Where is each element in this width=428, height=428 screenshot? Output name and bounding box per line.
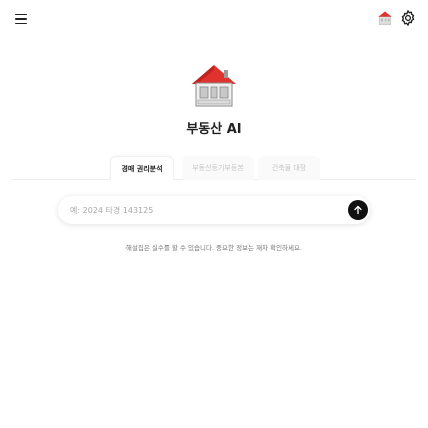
arrow-up-icon [354, 205, 362, 215]
send-button[interactable] [348, 200, 368, 220]
house-logo-icon[interactable] [376, 9, 394, 27]
tab-building-ledger[interactable]: 건축물 대장 [258, 156, 320, 180]
tab-auction-rights-analysis[interactable]: 경매 권리분석 [110, 156, 174, 180]
tab-bar: 경매 권리분석 부동산등기부등본 건축물 대장 [12, 156, 416, 180]
page-title: 부동산 AI [186, 122, 242, 137]
house-logo-icon [192, 65, 236, 107]
gear-icon[interactable] [399, 9, 417, 27]
search-input[interactable] [70, 196, 340, 224]
top-bar [0, 0, 428, 38]
search-box [58, 196, 370, 224]
tab-property-registry[interactable]: 부동산등기부등본 [182, 156, 254, 180]
disclaimer-text: 해설집은 실수를 할 수 있습니다. 중요한 정보는 재차 확인하세요. [125, 244, 303, 252]
menu-icon[interactable] [12, 10, 30, 28]
